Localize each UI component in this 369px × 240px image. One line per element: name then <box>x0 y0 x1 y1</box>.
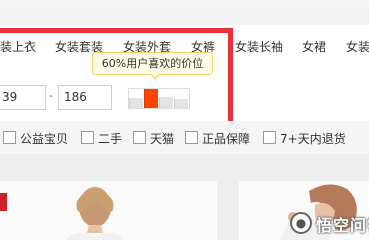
filter-label: 7+天内退货 <box>280 132 346 146</box>
checkbox[interactable] <box>133 131 146 144</box>
watermark-text: 悟空问答 <box>316 216 369 235</box>
promo-tag <box>0 193 7 211</box>
model-figure <box>65 187 125 240</box>
camera-icon: ● <box>290 212 312 234</box>
price-tooltip: 60%用户喜欢的价位 <box>92 52 213 75</box>
checkbox[interactable] <box>81 131 94 144</box>
product-card[interactable] <box>0 181 217 240</box>
checkbox[interactable] <box>3 131 16 144</box>
checkbox[interactable] <box>185 131 198 144</box>
filter-label: 公益宝贝 <box>20 132 69 146</box>
filter-label: 天猫 <box>150 132 175 146</box>
checkbox[interactable] <box>263 131 276 144</box>
tag-item[interactable]: 女装长袖 <box>235 38 283 55</box>
filter-options: 公益宝贝 二手 天猫 正品保障 7+天内退货 <box>0 121 369 154</box>
tooltip-arrow-fill <box>151 73 159 78</box>
tag-item[interactable]: 女装 <box>346 38 369 55</box>
tag-item[interactable]: 女裙 <box>302 38 326 55</box>
highlight-annotation <box>0 28 233 126</box>
top-strip <box>0 0 369 8</box>
filter-label: 二手 <box>98 132 123 146</box>
filter-label: 正品保障 <box>202 132 251 146</box>
